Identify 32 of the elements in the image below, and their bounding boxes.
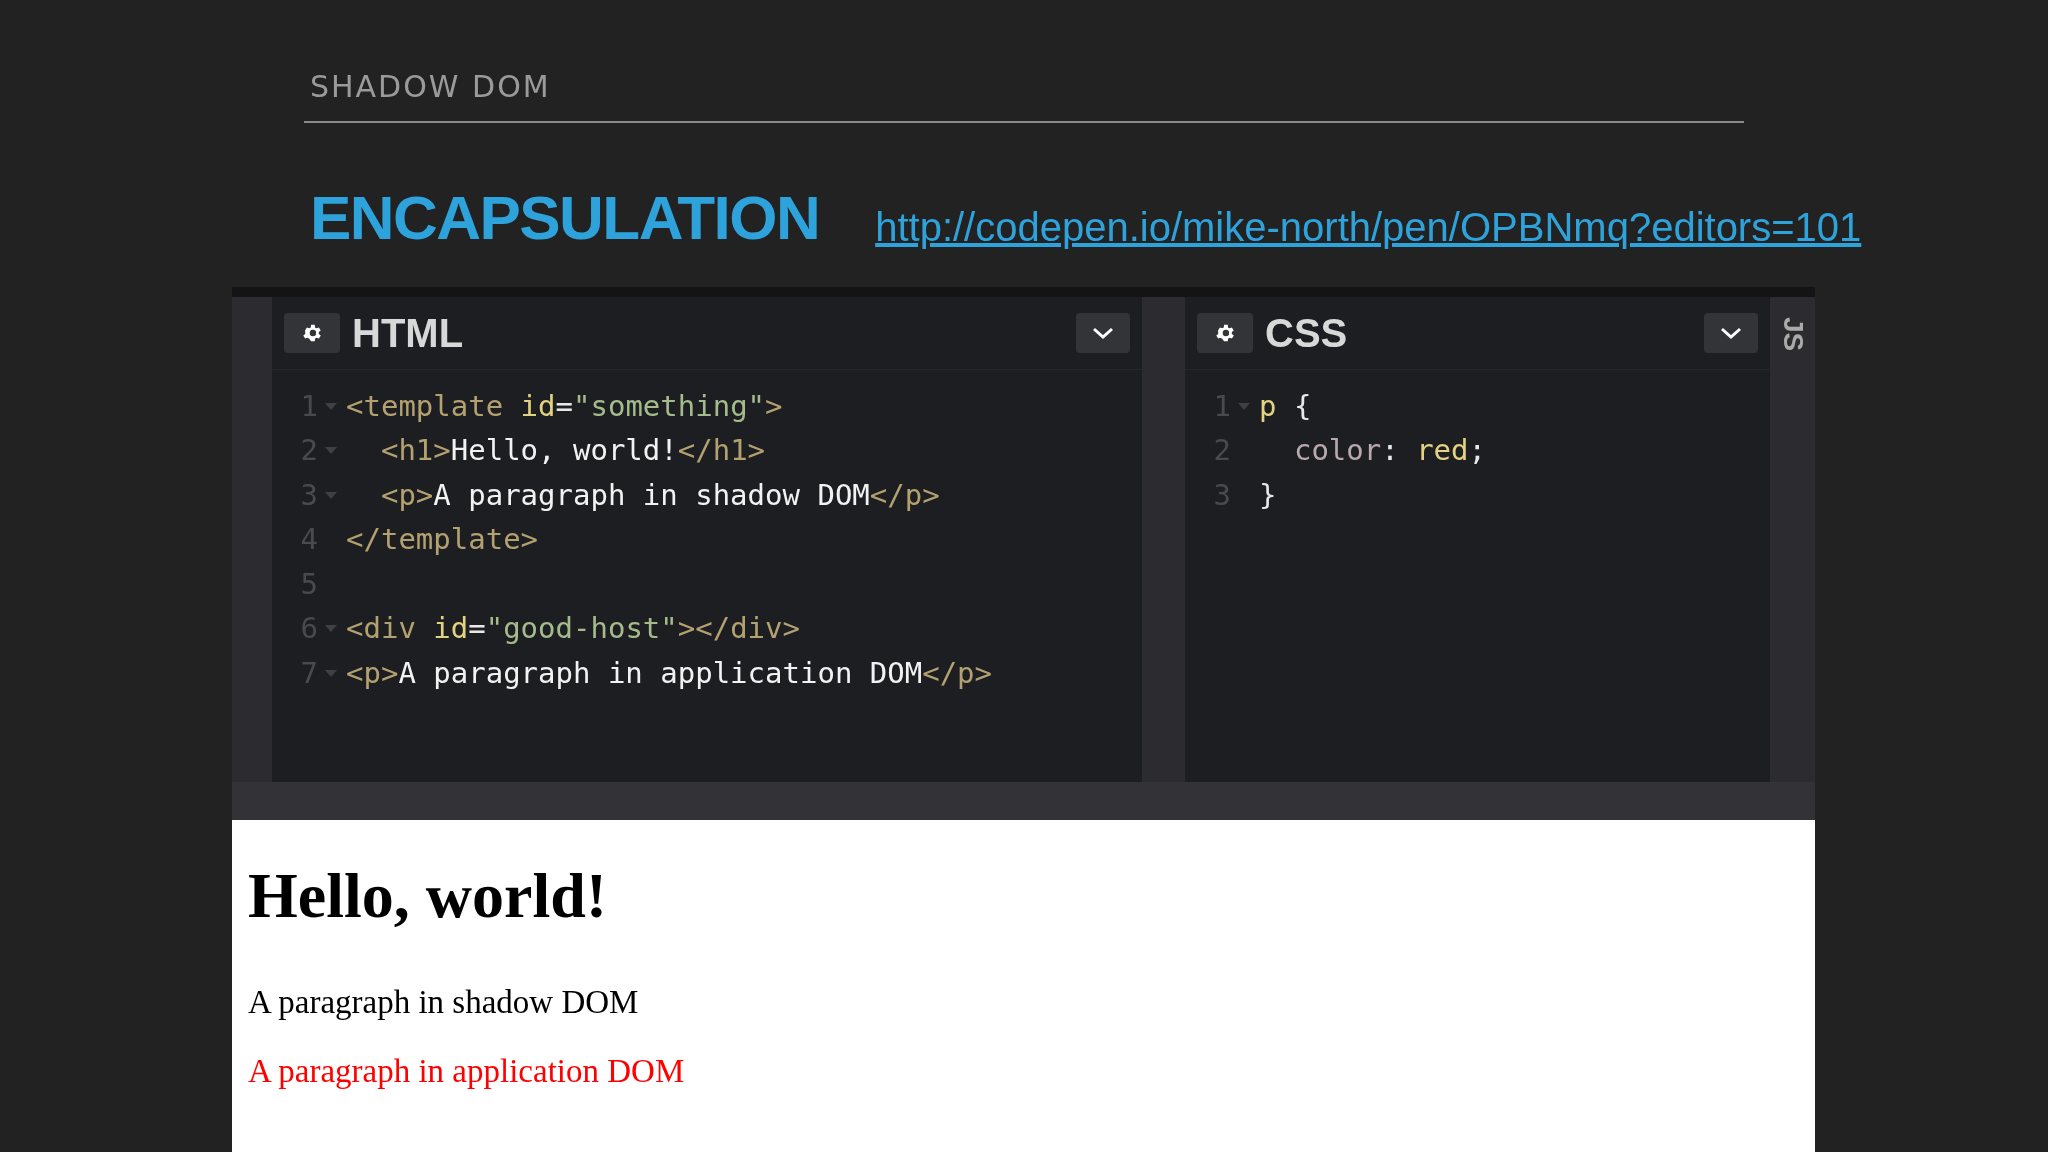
code-line: color: red;	[1292, 432, 1486, 469]
settings-button[interactable]	[1197, 313, 1253, 353]
preview-heading: Hello, world!	[248, 864, 609, 928]
codepen-link[interactable]: http://codepen.io/mike-north/pen/OPBNmq?editors=101	[875, 207, 1862, 249]
code-line: <h1>Hello, world!</h1>	[379, 432, 766, 469]
section-title: SHADOW DOM	[310, 69, 551, 104]
fold-arrow-icon[interactable]	[325, 625, 337, 633]
chevron-down-icon	[1719, 326, 1743, 340]
chevron-down-icon	[1091, 326, 1115, 340]
code-line: }	[1259, 476, 1277, 514]
code-line: <template id="something">	[346, 387, 783, 425]
code-line: <div id="good-host"></div>	[346, 610, 800, 647]
code-line: <p>A paragraph in shadow DOM</p>	[379, 476, 940, 514]
js-tab[interactable]: JS	[1777, 316, 1808, 352]
settings-icon	[1214, 322, 1236, 344]
fold-arrow-icon[interactable]	[325, 447, 337, 455]
fold-arrow-icon[interactable]	[1238, 402, 1250, 410]
code-line: <p>A paragraph in application DOM</p>	[346, 654, 993, 692]
settings-icon	[301, 322, 323, 344]
code-line: p {	[1259, 387, 1312, 425]
fold-arrow-icon[interactable]	[325, 491, 337, 499]
fold-arrow-icon[interactable]	[325, 669, 337, 677]
collapse-button[interactable]	[1704, 313, 1758, 353]
editor-title: CSS	[1265, 313, 1349, 353]
slide-title: ENCAPSULATION	[310, 187, 820, 249]
editor-title: HTML	[352, 313, 465, 353]
settings-button[interactable]	[284, 313, 340, 353]
fold-arrow-icon[interactable]	[325, 402, 337, 410]
collapse-button[interactable]	[1076, 313, 1130, 353]
preview-paragraph: A paragraph in application DOM	[248, 1055, 686, 1088]
preview-paragraph: A paragraph in shadow DOM	[248, 986, 640, 1019]
code-line: </template>	[346, 521, 539, 558]
